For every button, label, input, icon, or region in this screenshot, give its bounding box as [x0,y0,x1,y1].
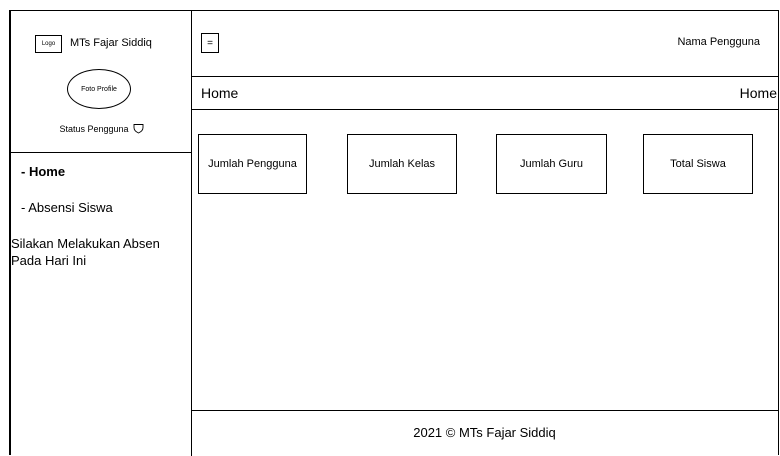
user-status-label: Status Pengguna [59,123,129,134]
card-jumlah-guru[interactable]: Jumlah Guru [496,134,607,194]
sidebar: Logo MTs Fajar Siddiq Foto Profile Statu… [11,11,192,456]
card-jumlah-kelas[interactable]: Jumlah Kelas [347,134,457,194]
sidebar-divider [11,152,192,153]
brand: Logo MTs Fajar Siddiq [11,11,192,71]
breadcrumb[interactable]: Home [740,85,777,101]
brand-name[interactable]: MTs Fajar Siddiq [70,37,152,49]
sidebar-item-home[interactable]: - Home [21,164,65,179]
logo: Logo [35,35,62,53]
shield-icon [133,123,144,134]
top-bar: = Nama Pengguna [191,10,778,77]
card-jumlah-pengguna[interactable]: Jumlah Pengguna [198,134,307,194]
avatar: Foto Profile [67,69,131,109]
page-title: Home [201,85,239,101]
user-name[interactable]: Nama Pengguna [677,36,760,48]
user-status[interactable]: Status Pengguna [11,123,192,134]
footer: 2021 © MTs Fajar Siddiq [191,410,778,450]
card-total-siswa[interactable]: Total Siswa [643,134,753,194]
absence-notice: Silakan Melakukan Absen Pada Hari Ini [11,236,160,268]
menu-toggle-button[interactable]: = [201,33,219,53]
sidebar-item-absensi-siswa[interactable]: - Absensi Siswa [21,200,113,215]
footer-copyright: 2021 © MTs Fajar Siddiq [413,425,556,440]
page-header: Home Home [191,77,778,110]
